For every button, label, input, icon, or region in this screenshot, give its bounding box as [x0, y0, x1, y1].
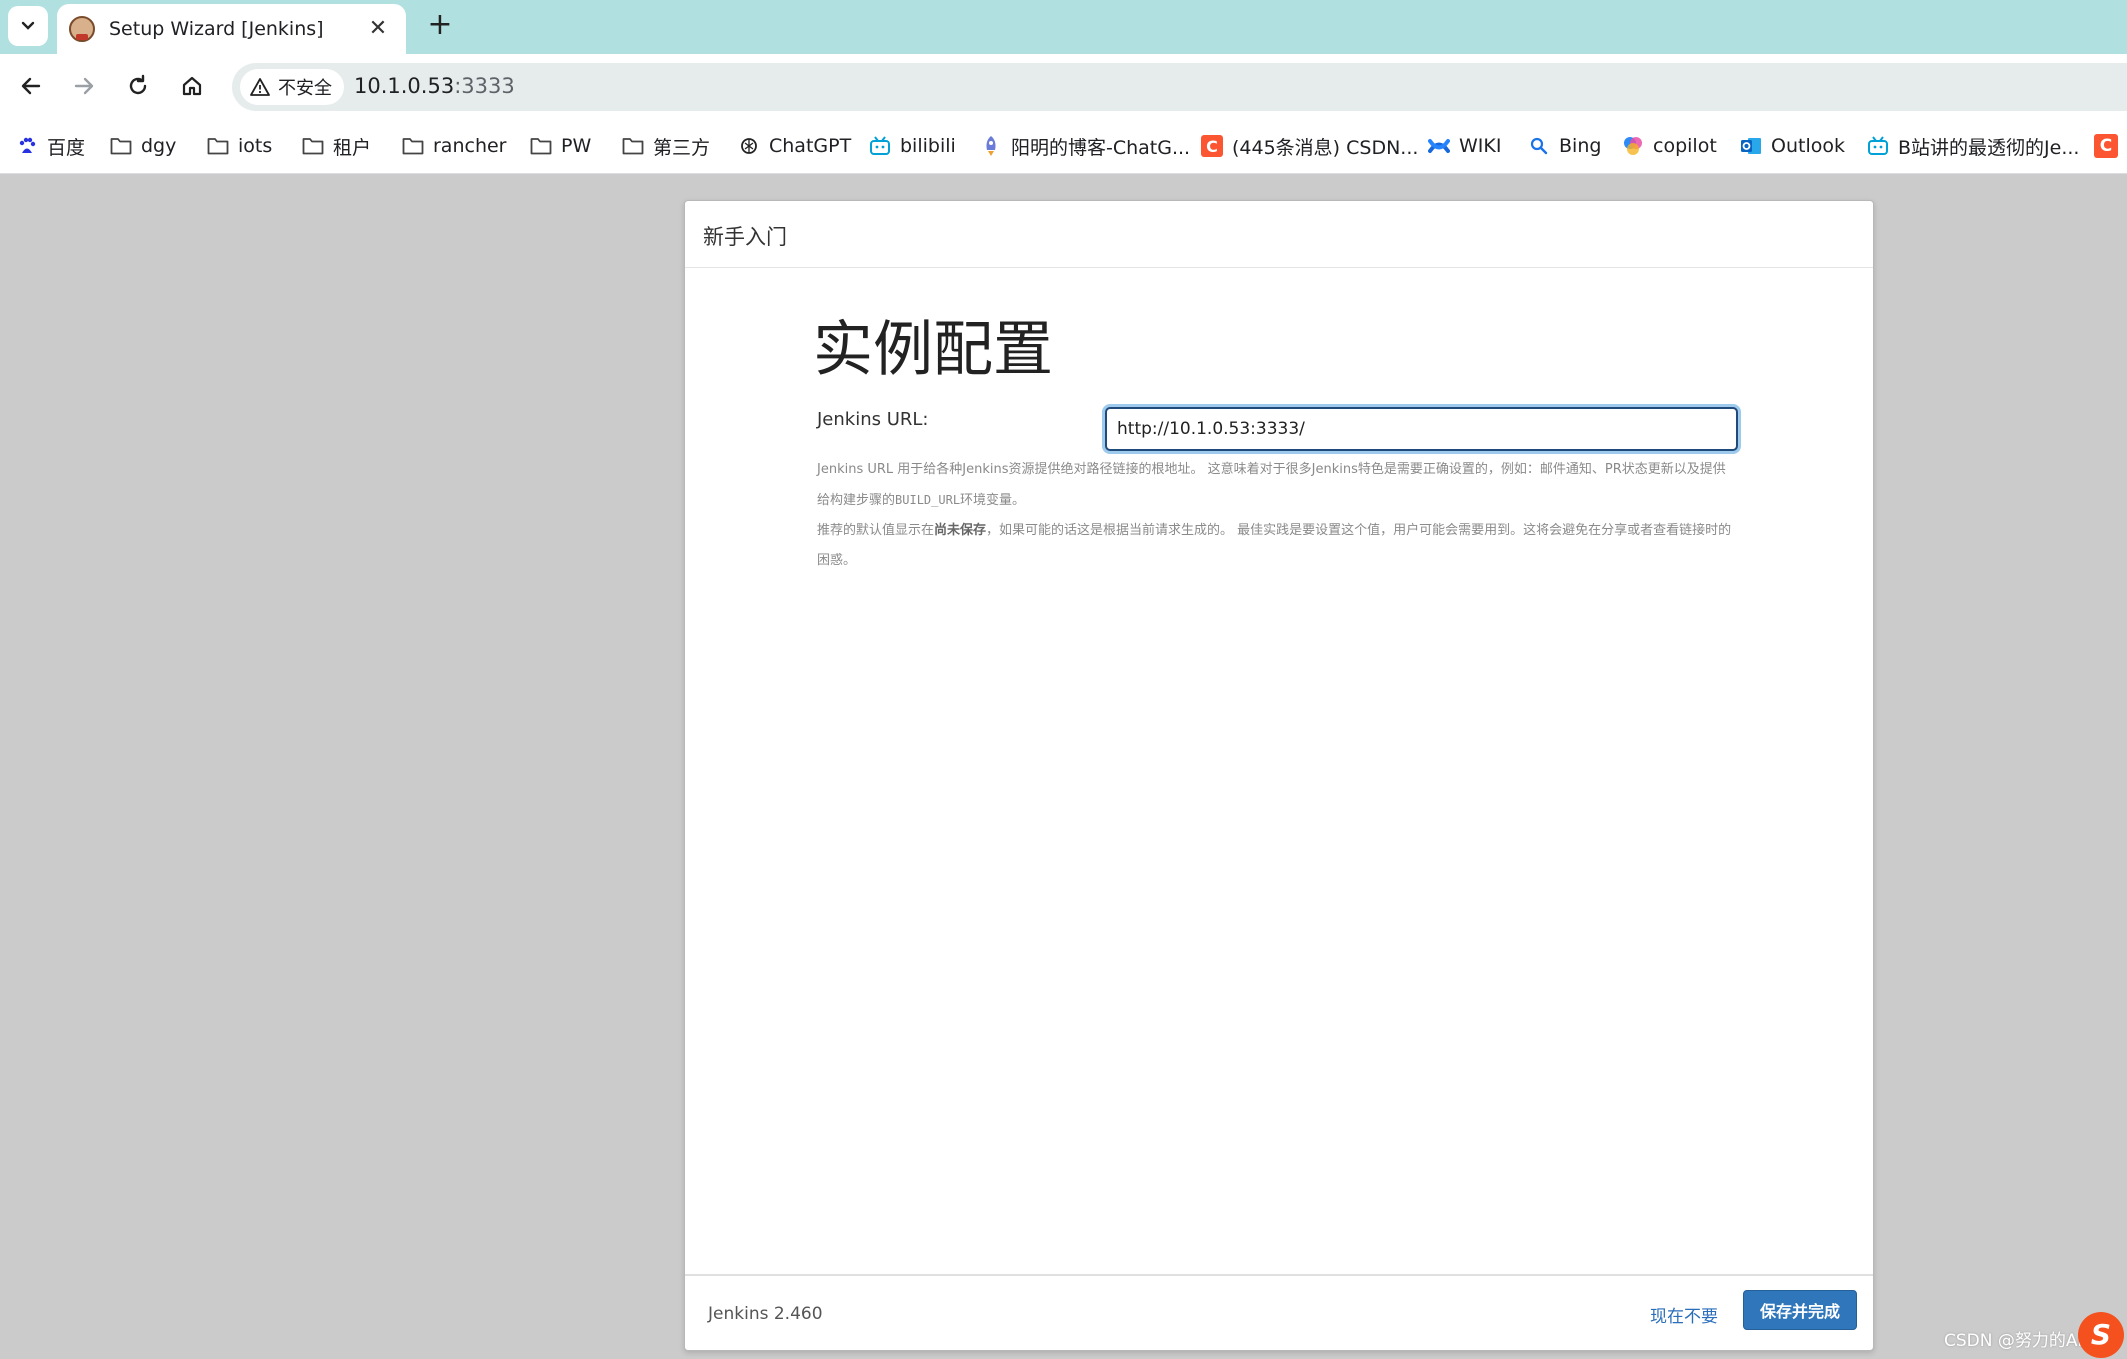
- build-url-code: BUILD_URL: [895, 493, 961, 507]
- bookmark-label: bilibili: [900, 135, 956, 157]
- folder-icon: [402, 135, 424, 157]
- bookmark-folder-iots[interactable]: iots: [207, 131, 272, 161]
- reload-icon: [129, 74, 147, 95]
- arrow-right-icon: [74, 77, 94, 95]
- chevron-down-icon: [21, 21, 35, 30]
- help-text-2a: 推荐的默认值显示在: [817, 523, 935, 538]
- tab-title: Setup Wizard [Jenkins]: [109, 18, 324, 40]
- bookmark-label: copilot: [1653, 135, 1717, 157]
- tab-search-button[interactable]: [8, 6, 48, 46]
- bookmark-label: ChatGPT: [769, 135, 852, 157]
- bookmark-label: Bing: [1559, 135, 1602, 157]
- folder-icon: [207, 135, 229, 157]
- url-text[interactable]: 10.1.0.53:3333: [354, 74, 515, 98]
- jenkins-url-help-text: Jenkins URL 用于给各种Jenkins资源提供绝对路径链接的根地址。 …: [817, 455, 1737, 576]
- chatgpt-icon: [738, 135, 760, 157]
- rocket-icon: [980, 135, 1002, 157]
- bookmark-csdn[interactable]: C: [2094, 131, 2118, 161]
- bookmark-label: 第三方: [653, 136, 711, 159]
- address-bar[interactable]: 不安全 10.1.0.53:3333: [232, 63, 2127, 111]
- bookmark-label: rancher: [433, 135, 507, 157]
- arrow-left-icon: [21, 77, 41, 95]
- folder-icon: [530, 135, 552, 157]
- forward-button[interactable]: [64, 66, 104, 106]
- folder-icon: [110, 135, 132, 157]
- save-and-finish-button[interactable]: 保存并完成: [1743, 1290, 1857, 1330]
- bookmark-copilot[interactable]: copilot: [1622, 131, 1717, 161]
- security-indicator[interactable]: 不安全: [240, 69, 344, 105]
- bookmark-label: iots: [238, 135, 273, 157]
- bookmark-label: Outlook: [1771, 135, 1845, 157]
- bookmark-label: dgy: [141, 135, 177, 157]
- bookmark-outlook[interactable]: Outlook: [1740, 131, 1845, 161]
- new-tab-button[interactable]: +: [420, 6, 460, 46]
- not-saved-emphasis: 尚未保存: [934, 523, 987, 538]
- home-button[interactable]: [172, 66, 212, 106]
- bookmark-baidu[interactable]: 百度: [16, 131, 85, 161]
- page-title: 实例配置: [813, 315, 1053, 385]
- dialog-footer: Jenkins 2.460 现在不要 保存并完成: [685, 1274, 1873, 1350]
- bookmark-folder-tenant[interactable]: 租户: [302, 131, 371, 161]
- help-paragraph-2: 推荐的默认值显示在尚未保存，如果可能的话这是根据当前请求生成的。 最佳实践是要设…: [817, 516, 1737, 576]
- wiki-icon: [1428, 135, 1450, 157]
- jenkins-url-input[interactable]: [1105, 407, 1738, 451]
- bookmark-label: B站讲的最透彻的Je...: [1898, 136, 2080, 159]
- bookmark-folder-rancher[interactable]: rancher: [402, 131, 507, 161]
- security-label: 不安全: [278, 78, 332, 99]
- jenkins-version: Jenkins 2.460: [708, 1304, 823, 1324]
- folder-icon: [302, 135, 324, 157]
- jenkins-favicon-icon: [69, 16, 95, 42]
- bookmark-bing[interactable]: Bing: [1528, 131, 1601, 161]
- bookmark-label: 租户: [333, 136, 372, 159]
- bookmark-bilibili[interactable]: bilibili: [869, 131, 956, 161]
- bookmark-bilibili-jenkins[interactable]: B站讲的最透彻的Je...: [1867, 131, 2079, 161]
- bookmark-label: 百度: [47, 136, 86, 159]
- bilibili-icon: [1867, 135, 1889, 157]
- setup-wizard-dialog: 新手入门 实例配置 Jenkins URL: Jenkins URL 用于给各种…: [684, 200, 1874, 1351]
- browser-toolbar: 不安全 10.1.0.53:3333: [0, 54, 2127, 119]
- bookmark-label: (445条消息) CSDN...: [1232, 136, 1419, 159]
- url-host: 10.1.0.53: [354, 74, 455, 98]
- not-now-link[interactable]: 现在不要: [1650, 1302, 1718, 1327]
- copilot-icon: [1622, 135, 1644, 157]
- jenkins-url-label: Jenkins URL:: [817, 409, 929, 430]
- bookmarks-bar: 百度 dgy iots 租户 rancher PW 第三方 ChatGPT bi…: [0, 119, 2127, 174]
- browser-tab-active[interactable]: Setup Wizard [Jenkins] ✕: [57, 4, 406, 54]
- close-tab-icon[interactable]: ✕: [364, 15, 392, 43]
- browser-tab-strip: Setup Wizard [Jenkins] ✕ +: [0, 0, 2127, 54]
- bookmark-folder-pw[interactable]: PW: [530, 131, 591, 161]
- folder-icon: [622, 135, 644, 157]
- url-port: :3333: [454, 74, 515, 98]
- home-icon: [182, 76, 202, 96]
- csdn-icon: C: [2094, 134, 2118, 158]
- bookmark-folder-dgy[interactable]: dgy: [110, 131, 176, 161]
- bilibili-icon: [869, 135, 891, 157]
- bookmark-csdn-messages[interactable]: C (445条消息) CSDN...: [1201, 131, 1418, 161]
- bookmark-label: 阳明的博客-ChatG...: [1011, 136, 1191, 159]
- reload-button[interactable]: [118, 66, 158, 106]
- bing-search-icon: [1528, 135, 1550, 157]
- help-paragraph-1: Jenkins URL 用于给各种Jenkins资源提供绝对路径链接的根地址。 …: [817, 455, 1737, 516]
- bookmark-yangming-blog[interactable]: 阳明的博客-ChatG...: [980, 131, 1190, 161]
- bookmark-label: PW: [561, 135, 592, 157]
- help-text-1b: 环境变量。: [960, 493, 1026, 508]
- bookmark-folder-third-party[interactable]: 第三方: [622, 131, 710, 161]
- outlook-icon: [1740, 135, 1762, 157]
- warning-icon: [250, 78, 270, 96]
- sogou-ime-icon[interactable]: S: [2078, 1312, 2124, 1358]
- svg-text:C: C: [1206, 137, 1218, 156]
- bookmark-label: WIKI: [1459, 135, 1502, 157]
- dialog-header: 新手入门: [685, 201, 1873, 268]
- dialog-header-title: 新手入门: [703, 225, 787, 249]
- baidu-icon: [16, 135, 38, 157]
- back-button[interactable]: [11, 66, 51, 106]
- csdn-icon: C: [1201, 135, 1223, 157]
- bookmark-wiki[interactable]: WIKI: [1428, 131, 1501, 161]
- bookmark-chatgpt[interactable]: ChatGPT: [738, 131, 851, 161]
